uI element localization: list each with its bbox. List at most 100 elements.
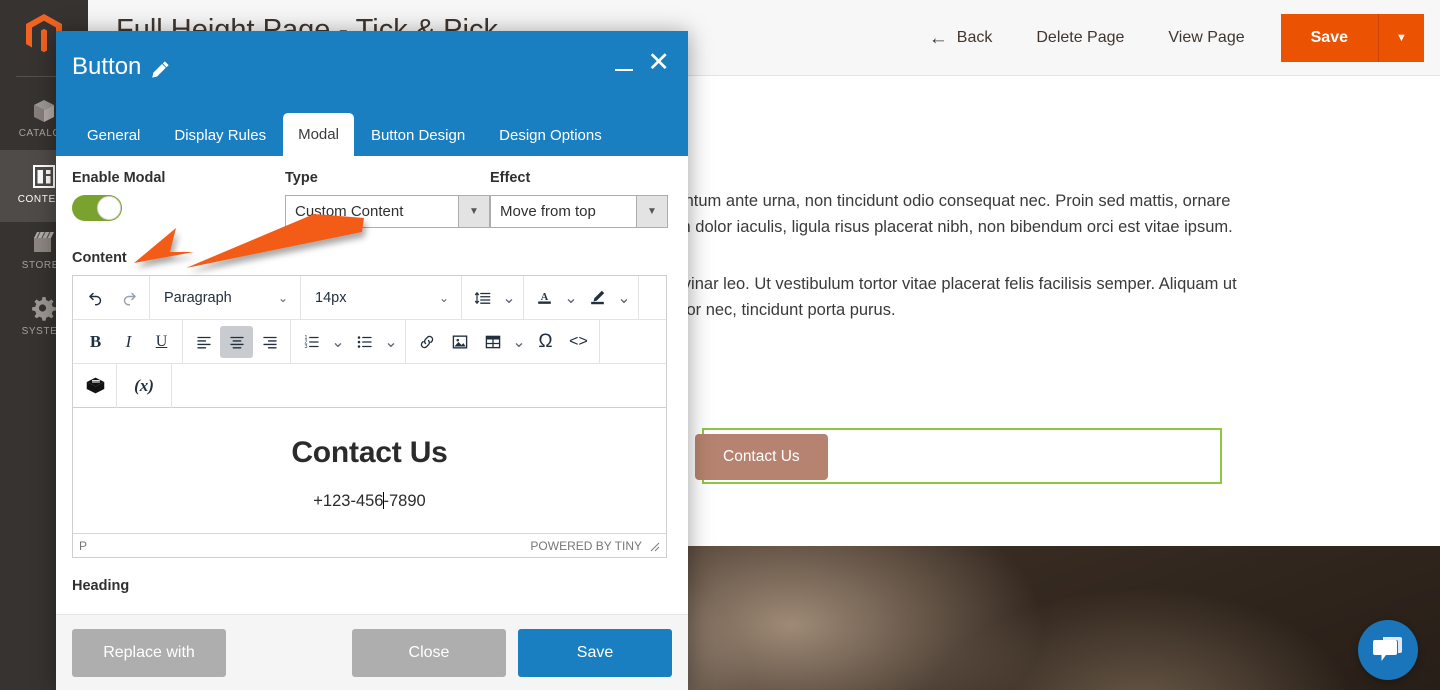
window-controls: ✕ <box>615 49 670 76</box>
font-size-value: 14px <box>315 289 347 306</box>
chevron-down-icon[interactable]: ▼ <box>1378 14 1424 62</box>
block-format-select[interactable]: Paragraph ⌄ <box>154 282 296 314</box>
back-label: Back <box>956 29 993 46</box>
chat-bubble-icon[interactable] <box>1358 620 1418 680</box>
type-select-value: Custom Content <box>295 203 404 220</box>
effect-select[interactable]: Move from top ▼ <box>490 195 668 228</box>
chevron-down-icon: ▼ <box>636 196 667 227</box>
magento-widget-icon[interactable] <box>79 370 112 402</box>
editor-phone-before: +123-456 <box>313 492 384 510</box>
enable-modal-toggle[interactable] <box>72 195 122 221</box>
screen-root: CATALOG CONTENT STORES SYSTEM Full Heigh… <box>0 0 1440 690</box>
enable-modal-label: Enable Modal <box>72 170 166 186</box>
chevron-down-icon[interactable]: ⌄ <box>381 326 401 358</box>
editor-toolbar-row-2: B I U 1 2 3 ⌄ ⌄ ⌄ Ω <> <box>73 319 666 364</box>
editor-element-path: P <box>79 538 88 553</box>
enable-modal-field: Enable Modal <box>72 170 285 226</box>
svg-text:3: 3 <box>304 344 307 350</box>
chevron-down-icon[interactable]: ⌄ <box>561 282 581 314</box>
source-code-icon[interactable]: <> <box>562 326 595 358</box>
tab-general[interactable]: General <box>70 116 157 156</box>
svg-text:A: A <box>541 292 549 303</box>
button-settings-modal: Button ✕ General Display Rules Modal But… <box>56 31 688 690</box>
chevron-down-icon: ⌄ <box>438 290 449 305</box>
editor-content-area[interactable]: Contact Us +123-456-7890 www.tickandpick… <box>73 408 666 533</box>
contact-us-button[interactable]: Contact Us <box>695 434 828 480</box>
numbered-list-icon[interactable]: 1 2 3 <box>295 326 328 358</box>
tab-modal[interactable]: Modal <box>283 113 354 156</box>
save-split-button: Save ▼ <box>1280 14 1424 62</box>
editor-status-bar: P POWERED BY TINY <box>73 533 666 557</box>
delete-page-button[interactable]: Delete Page <box>1014 14 1146 62</box>
close-button[interactable]: Close <box>352 628 506 677</box>
settings-row: Enable Modal Type Custom Content ▼ Effec… <box>72 170 672 228</box>
chevron-down-icon[interactable]: ⌄ <box>499 282 519 314</box>
background-color-icon[interactable] <box>581 282 614 314</box>
block-format-value: Paragraph <box>164 289 232 306</box>
text-color-icon[interactable]: A <box>528 282 561 314</box>
editor-toolbar-row-1: Paragraph ⌄ 14px ⌄ ⌄ A ⌄ ⌄ <box>73 275 666 320</box>
magento-group <box>75 364 116 407</box>
modal-header: Button ✕ General Display Rules Modal But… <box>56 31 688 156</box>
modal-save-button[interactable]: Save <box>518 628 672 677</box>
list-group: 1 2 3 ⌄ ⌄ <box>291 320 405 363</box>
type-select[interactable]: Custom Content ▼ <box>285 195 490 228</box>
heading-label: Heading <box>72 578 130 594</box>
type-field: Type Custom Content ▼ <box>285 170 490 228</box>
editor-phone-line: +123-456-7890 <box>73 492 666 511</box>
alignment-group <box>183 320 290 363</box>
variable-group: (x) <box>117 364 171 407</box>
close-x-icon[interactable]: ✕ <box>647 49 670 76</box>
powered-by-label: POWERED BY TINY <box>530 538 642 553</box>
pencil-edit-icon[interactable] <box>151 58 170 78</box>
block-format-group: Paragraph ⌄ <box>150 276 300 319</box>
content-label: Content <box>72 250 127 266</box>
underline-icon[interactable]: U <box>145 326 178 358</box>
modal-footer: Replace with Close Save <box>56 614 688 690</box>
tab-design-options[interactable]: Design Options <box>482 116 619 156</box>
button-widget-selection[interactable]: Contact Us <box>695 428 1222 484</box>
effect-label: Effect <box>490 170 531 186</box>
effect-field: Effect Move from top ▼ <box>490 170 668 228</box>
view-page-button[interactable]: View Page <box>1146 14 1266 62</box>
toggle-knob <box>97 196 121 220</box>
chevron-down-icon[interactable]: ⌄ <box>614 282 634 314</box>
bold-icon[interactable]: B <box>79 326 112 358</box>
footer-actions: Close Save <box>352 628 672 677</box>
line-height-icon[interactable] <box>466 282 499 314</box>
replace-with-button[interactable]: Replace with <box>72 628 226 677</box>
tab-display-rules[interactable]: Display Rules <box>157 116 283 156</box>
table-icon[interactable] <box>476 326 509 358</box>
italic-icon[interactable]: I <box>112 326 145 358</box>
tab-button-design[interactable]: Button Design <box>354 116 482 156</box>
align-right-icon[interactable] <box>253 326 286 358</box>
type-label: Type <box>285 170 318 186</box>
save-button[interactable]: Save <box>1280 14 1378 62</box>
resize-grip-icon[interactable] <box>650 541 660 551</box>
back-button[interactable]: ← Back <box>907 14 1015 62</box>
special-character-icon[interactable]: Ω <box>529 326 562 358</box>
align-left-icon[interactable] <box>187 326 220 358</box>
minimize-icon[interactable] <box>615 53 634 71</box>
image-icon[interactable] <box>443 326 476 358</box>
redo-icon[interactable] <box>112 282 145 314</box>
chevron-down-icon[interactable]: ⌄ <box>328 326 348 358</box>
bullet-list-icon[interactable] <box>348 326 381 358</box>
text-style-group: B I U <box>75 320 182 363</box>
align-center-icon[interactable] <box>220 325 253 358</box>
font-size-group: 14px ⌄ <box>301 276 461 319</box>
color-group: A ⌄ ⌄ <box>524 276 638 319</box>
line-height-group: ⌄ <box>462 276 523 319</box>
arrow-left-icon: ← <box>928 27 948 49</box>
editor-toolbar-row-3: (x) <box>73 363 666 408</box>
chevron-down-icon: ⌄ <box>277 290 288 305</box>
font-size-select[interactable]: 14px ⌄ <box>305 282 457 314</box>
link-icon[interactable] <box>410 326 443 358</box>
effect-select-value: Move from top <box>500 203 596 220</box>
undo-icon[interactable] <box>79 282 112 314</box>
toolbar-separator <box>171 363 172 408</box>
topbar-actions: ← Back Delete Page View Page Save ▼ <box>907 14 1424 62</box>
modal-title-text: Button <box>72 53 142 80</box>
chevron-down-icon[interactable]: ⌄ <box>509 326 529 358</box>
insert-variable-icon[interactable]: (x) <box>121 370 167 402</box>
